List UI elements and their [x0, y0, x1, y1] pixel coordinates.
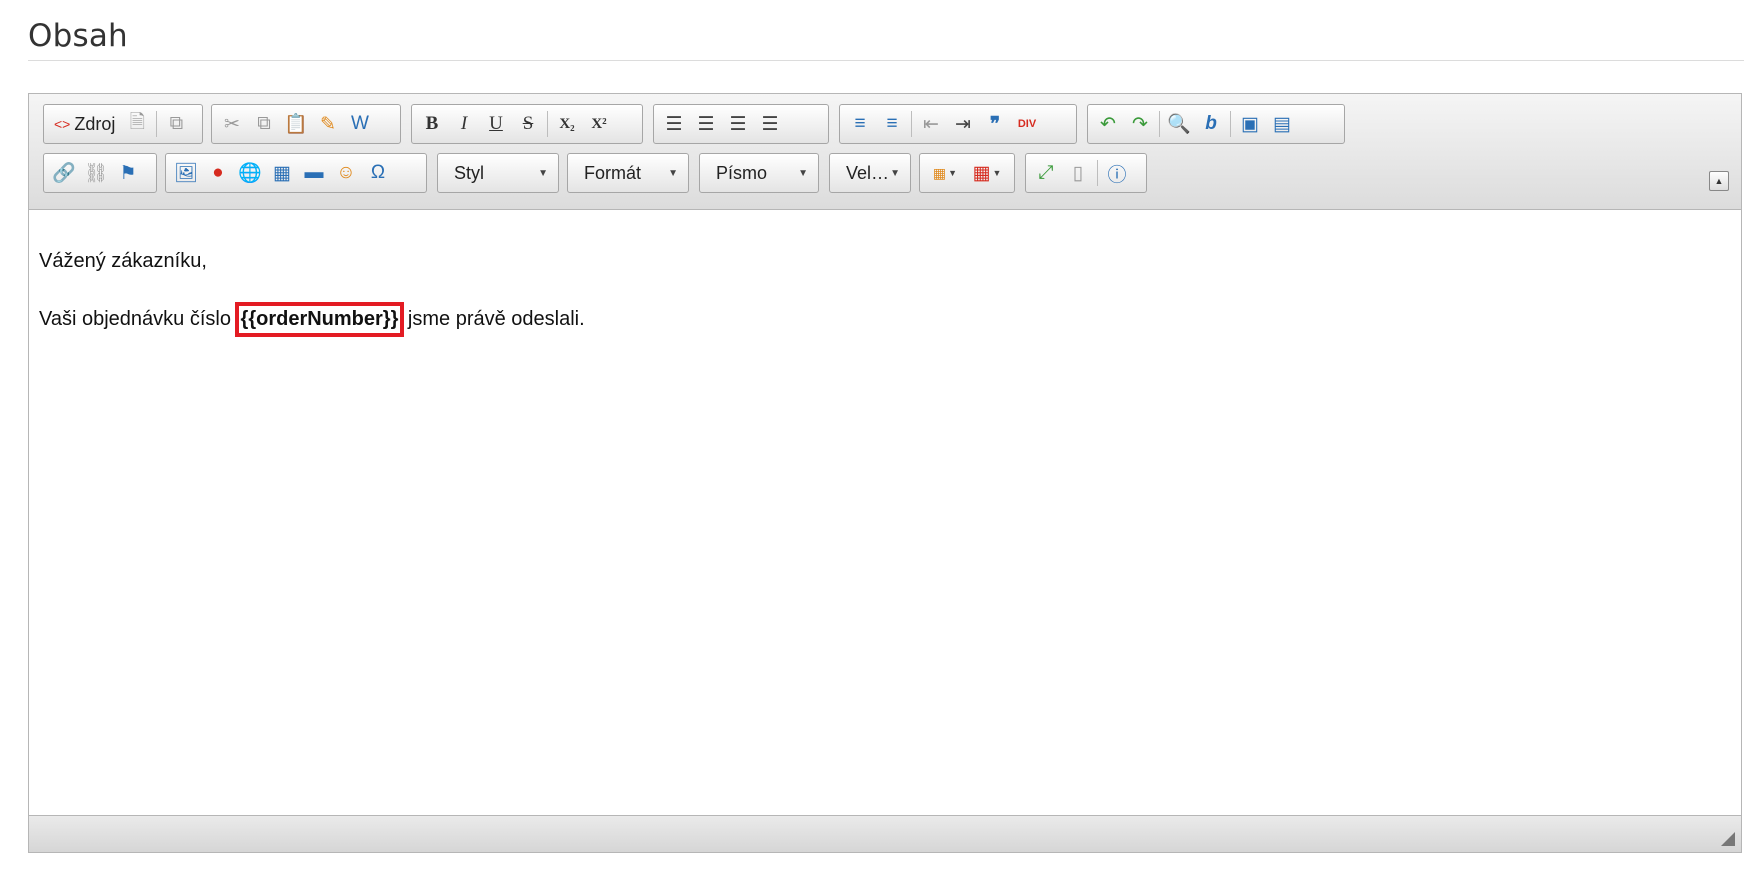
image-icon[interactable]: 🖼 [170, 157, 202, 189]
replace-icon[interactable]: b [1195, 108, 1227, 140]
separator [1159, 111, 1160, 137]
editor-content[interactable]: Vážený zákazníku, Vaši objednávku číslo … [29, 210, 1741, 816]
separator [547, 111, 548, 137]
bulleted-list-icon[interactable]: ≡ [876, 108, 908, 140]
select-all-icon[interactable]: ▣ [1234, 108, 1266, 140]
basic-styles-group: B I U S X₂ X² [411, 104, 643, 144]
italic-icon[interactable]: I [448, 108, 480, 140]
strikethrough-icon[interactable]: S [512, 108, 544, 140]
link-icon[interactable]: 🔗 [48, 157, 80, 189]
table-insert-icon[interactable]: ▦ ▼ [966, 157, 1008, 189]
show-blocks-icon[interactable]: ▯ [1062, 157, 1094, 189]
paste-text-icon[interactable]: ✎ [312, 108, 344, 140]
paste-word-icon[interactable]: W [344, 108, 376, 140]
maximize-icon[interactable]: ⤢ [1030, 157, 1062, 189]
about-icon[interactable]: ⓘ [1101, 157, 1133, 189]
unlink-icon[interactable]: ⛓ [80, 157, 112, 189]
title-divider [28, 60, 1744, 61]
chevron-down-icon: ▼ [798, 167, 808, 179]
chevron-down-icon: ▼ [668, 167, 678, 179]
undo-icon[interactable]: ↶ [1092, 108, 1124, 140]
indent-icon[interactable]: ⇥ [947, 108, 979, 140]
special-char-icon[interactable]: Ω [362, 157, 394, 189]
separator [911, 111, 912, 137]
superscript-icon[interactable]: X² [583, 108, 615, 140]
greeting-paragraph: Vážený zákazníku, [39, 250, 207, 272]
chevron-down-icon: ▼ [890, 167, 900, 179]
align-justify-icon[interactable]: ☰ [754, 108, 786, 140]
redo-icon[interactable]: ↷ [1124, 108, 1156, 140]
chevron-down-icon: ▼ [538, 167, 548, 179]
text-color-icon[interactable]: ▦ ▼ [924, 157, 966, 189]
format-select[interactable]: Formát ▼ [567, 153, 689, 193]
order-paragraph: Vaši objednávku číslo {{orderNumber}} js… [39, 302, 585, 337]
underline-icon[interactable]: U [480, 108, 512, 140]
source-icon: <> [54, 116, 71, 132]
align-center-icon[interactable]: ☰ [690, 108, 722, 140]
order-number-placeholder: {{orderNumber}} [234, 302, 405, 337]
editor-toolbar: <> Zdroj 🗎 ⧉ ✂ ⧉ 📋 ✎ W B I U S X₂ X² ☰ ☰ [29, 94, 1741, 210]
alignment-group: ☰ ☰ ☰ ☰ [653, 104, 829, 144]
separator [156, 111, 158, 137]
subscript-icon[interactable]: X₂ [551, 108, 583, 140]
view-group: ⤢ ▯ ⓘ [1025, 153, 1147, 193]
align-left-icon[interactable]: ☰ [658, 108, 690, 140]
style-select[interactable]: Styl ▼ [437, 153, 559, 193]
blockquote-icon[interactable]: ❞ [979, 108, 1011, 140]
outdent-icon[interactable]: ⇤ [915, 108, 947, 140]
bold-icon[interactable]: B [416, 108, 448, 140]
table-icon[interactable]: ▦ [266, 157, 298, 189]
templates-icon[interactable]: ⧉ [160, 108, 192, 140]
triangle-up-icon: ▲ [1714, 176, 1724, 186]
source-button[interactable]: <> Zdroj [48, 108, 121, 140]
cut-icon[interactable]: ✂ [216, 108, 248, 140]
resize-handle-icon[interactable] [1721, 832, 1735, 846]
flash-icon[interactable]: ● [202, 157, 234, 189]
font-size-select[interactable]: Vel… ▼ [829, 153, 911, 193]
source-label: Zdroj [74, 113, 116, 134]
clipboard-group: ✂ ⧉ 📋 ✎ W [211, 104, 401, 144]
smiley-icon[interactable]: ☺ [330, 157, 362, 189]
insert-group: 🖼 ● 🌐 ▦ ▬ ☺ Ω [165, 153, 427, 193]
collapse-toolbar-button[interactable]: ▲ [1709, 171, 1729, 191]
copy-icon[interactable]: ⧉ [248, 108, 280, 140]
document-group: <> Zdroj 🗎 ⧉ [43, 104, 203, 144]
links-group: 🔗 ⛓ ⚑ [43, 153, 157, 193]
tools-group: ↶ ↷ 🔍 b ▣ ▤ [1087, 104, 1345, 144]
preview-icon[interactable]: 🗎 [121, 108, 153, 140]
iframe-icon[interactable]: 🌐 [234, 157, 266, 189]
paste-icon[interactable]: 📋 [280, 108, 312, 140]
rich-text-editor: <> Zdroj 🗎 ⧉ ✂ ⧉ 📋 ✎ W B I U S X₂ X² ☰ ☰ [28, 93, 1742, 853]
section-title: Obsah [28, 18, 128, 54]
colors-group: ▦ ▼ ▦ ▼ [919, 153, 1015, 193]
font-select[interactable]: Písmo ▼ [699, 153, 819, 193]
anchor-icon[interactable]: ⚑ [112, 157, 144, 189]
html-snippet-icon[interactable]: ▤ [1266, 108, 1298, 140]
div-container-icon[interactable]: DIV [1011, 108, 1043, 140]
horizontal-line-icon[interactable]: ▬ [298, 157, 330, 189]
separator [1097, 160, 1098, 186]
separator [1230, 111, 1231, 137]
paragraph-group: ≡ ≡ ⇤ ⇥ ❞ DIV [839, 104, 1077, 144]
numbered-list-icon[interactable]: ≡ [844, 108, 876, 140]
align-right-icon[interactable]: ☰ [722, 108, 754, 140]
find-icon[interactable]: 🔍 [1163, 108, 1195, 140]
editor-status-bar [29, 815, 1741, 852]
